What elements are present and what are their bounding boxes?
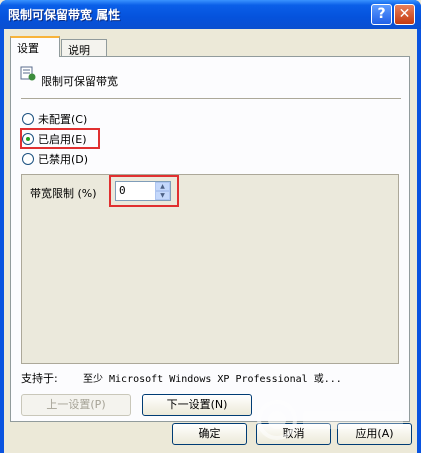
- title-bar[interactable]: 限制可保留带宽 属性 ? ✕: [0, 0, 421, 29]
- previous-setting-button[interactable]: 上一设置(P): [21, 394, 131, 416]
- properties-dialog: 限制可保留带宽 属性 ? ✕ 设置 说明 限制可保留带宽 未配置(C) 已启用(…: [0, 0, 421, 453]
- policy-setting-icon: [20, 66, 36, 81]
- next-setting-button[interactable]: 下一设置(N): [142, 394, 252, 416]
- policy-name: 限制可保留带宽: [41, 75, 118, 88]
- radio-button[interactable]: [22, 113, 34, 125]
- window-title: 限制可保留带宽 属性: [8, 8, 121, 22]
- divider: [21, 98, 401, 99]
- watermark-logo-icon: [257, 400, 403, 440]
- radio-label: 未配置(C): [38, 113, 88, 126]
- radio-label: 已禁用(D): [38, 153, 89, 166]
- tab-explain[interactable]: 说明: [61, 39, 107, 57]
- radio-not-configured[interactable]: 未配置(C): [22, 111, 87, 127]
- radio-disabled[interactable]: 已禁用(D): [22, 151, 88, 167]
- dialog-body: 设置 说明 限制可保留带宽 未配置(C) 已启用(E) 已禁用(D) 带宽限制 …: [4, 29, 417, 453]
- tab-settings[interactable]: 设置: [10, 36, 60, 57]
- settings-panel: 限制可保留带宽 未配置(C) 已启用(E) 已禁用(D) 带宽限制 (%) 0: [10, 56, 410, 422]
- bandwidth-limit-label: 带宽限制 (%): [30, 187, 97, 200]
- supported-label: 支持于:: [21, 372, 58, 385]
- help-button[interactable]: ?: [371, 4, 392, 25]
- spinner-highlight: [109, 175, 179, 207]
- radio-button[interactable]: [22, 153, 34, 165]
- enabled-highlight: [20, 128, 100, 149]
- options-area: 带宽限制 (%) 0 ▲ ▼: [21, 174, 399, 364]
- close-button[interactable]: ✕: [394, 4, 415, 25]
- ok-button[interactable]: 确定: [172, 423, 247, 445]
- supported-value: 至少 Microsoft Windows XP Professional 或..…: [83, 374, 342, 385]
